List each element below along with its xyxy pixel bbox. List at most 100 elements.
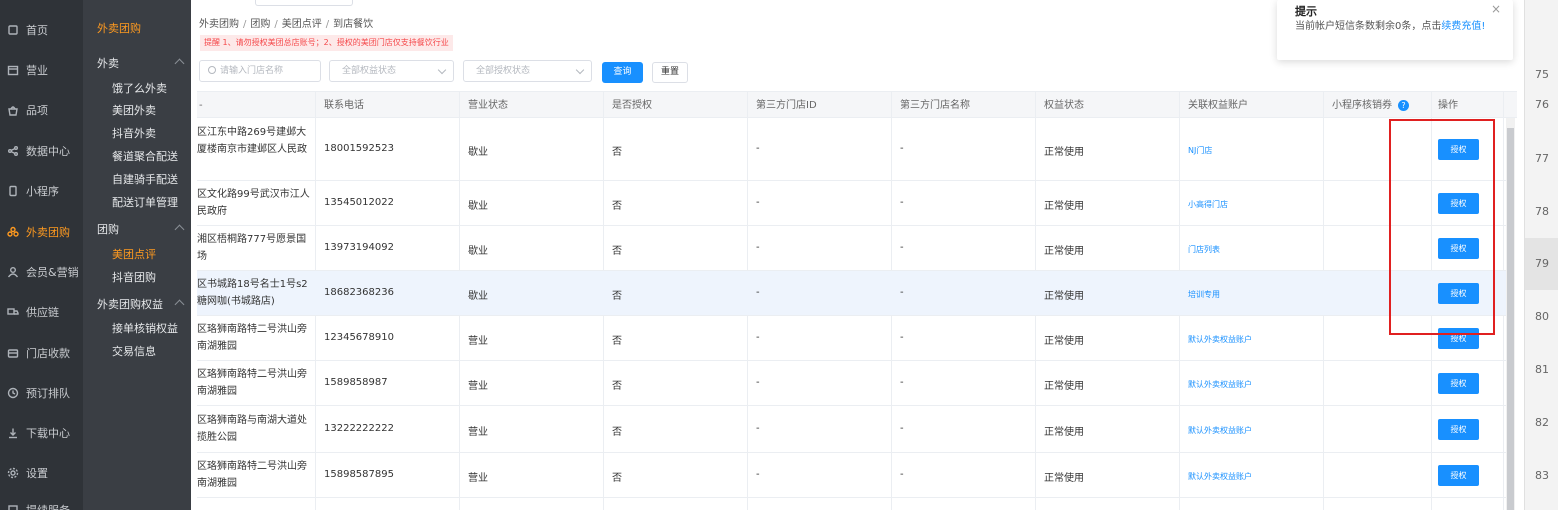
line-number: 76 (1535, 98, 1549, 111)
sub-nav-item-active[interactable]: 美团点评 (112, 246, 156, 262)
auth-status-select[interactable]: 全部授权状态 (463, 60, 592, 82)
cell-third-id: - (756, 332, 760, 343)
store-search-placeholder: 请输入门店名称 (220, 66, 284, 76)
cell-account-link[interactable]: 门店列表 (1188, 244, 1220, 255)
nav-label: 提续服务 (26, 502, 70, 510)
cell-account-link[interactable]: 默认外卖权益账户 (1188, 471, 1252, 482)
chevron-up-icon[interactable] (174, 224, 185, 235)
nav-item-supply-chain[interactable]: 供应链 (0, 302, 83, 322)
cell-rights: 正常使用 (1044, 246, 1084, 257)
sub-nav-item[interactable]: 自建骑手配送 (112, 171, 178, 187)
close-icon[interactable]: × (1491, 2, 1501, 16)
nav-item-data-center[interactable]: 数据中心 (0, 141, 83, 161)
cell-address: 区书城路18号名士1号s2糖网咖(书城路店) (197, 279, 308, 307)
cell-address: 区珞狮南路与南湖大道处揽胜公园 (197, 415, 307, 443)
chevron-up-icon[interactable] (174, 58, 185, 69)
cell-third-name: - (900, 287, 904, 298)
renew-link[interactable]: 续费充值! (1441, 21, 1485, 32)
toast-body: 当前帐户短信条数剩余0条，点击续费充值! (1295, 20, 1495, 34)
nav-item-reservation-queue[interactable]: 预订排队 (0, 383, 83, 403)
authorize-button[interactable]: 授权 (1438, 465, 1479, 486)
nav-label: 供应链 (26, 306, 59, 319)
cell-third-name: - (900, 242, 904, 253)
sub-nav-item[interactable]: 饿了么外卖 (112, 80, 167, 96)
cell-address: 区江东中路269号建邺大厦楼南京市建邺区人民政 (197, 127, 307, 155)
sub-nav-item[interactable]: 抖音团购 (112, 269, 156, 285)
cell-auth: 否 (612, 246, 622, 257)
help-icon[interactable]: ? (1398, 100, 1409, 111)
scrollbar-thumb[interactable] (1507, 128, 1514, 510)
nav-item-takeout-groupbuy[interactable]: 外卖团购 (0, 222, 83, 242)
sub-nav-item[interactable]: 配送订单管理 (112, 194, 178, 210)
nav-item-store-payment[interactable]: 门店收款 (0, 343, 83, 363)
cell-account-link[interactable]: NJ门店 (1188, 145, 1212, 156)
table-scrollbar[interactable] (1506, 118, 1515, 510)
col-phone: 联系电话 (324, 100, 364, 111)
store-search-input[interactable]: 请输入门店名称 (199, 60, 321, 82)
download-icon (6, 426, 20, 440)
breadcrumb-item[interactable]: 团购 (250, 19, 270, 30)
authorize-button[interactable]: 授权 (1438, 419, 1479, 440)
col-linked-account: 关联权益账户 (1188, 100, 1248, 111)
nav-group-rights[interactable]: 外卖团购权益 (97, 296, 163, 312)
line-number: 78 (1535, 205, 1549, 218)
cell-account-link[interactable]: 默认外卖权益账户 (1188, 334, 1252, 345)
cell-account-link[interactable]: 培训专用 (1188, 289, 1220, 300)
cell-account-link[interactable]: 默认外卖权益账户 (1188, 425, 1252, 436)
toast-message: 当前帐户短信条数剩余0条，点击 (1295, 21, 1442, 32)
secondary-nav: 外卖团购 外卖 饿了么外卖 美团外卖 抖音外卖 餐道聚合配送 自建骑手配送 配送… (83, 0, 191, 510)
search-icon (208, 66, 216, 74)
sub-nav-item[interactable]: 餐道聚合配送 (112, 148, 178, 164)
rights-status-select[interactable]: 全部权益状态 (329, 60, 454, 82)
cell-third-name: - (900, 469, 904, 480)
nav-item-products[interactable]: 品项 (0, 100, 83, 120)
col-authorized: 是否授权 (612, 100, 652, 111)
breadcrumb-item[interactable]: 美团点评 (282, 19, 322, 30)
query-button[interactable]: 查询 (602, 62, 643, 83)
cell-address: 区珞狮南路特二号洪山旁南湖雅园 (197, 369, 307, 397)
nav-item-member-marketing[interactable]: 会员&营销 (0, 262, 83, 282)
nav-item-download-center[interactable]: 下载中心 (0, 423, 83, 443)
sub-nav-item[interactable]: 接单核销权益 (112, 320, 178, 336)
nav-item-business[interactable]: 营业 (0, 60, 83, 80)
toast-title: 提示 (1295, 5, 1317, 18)
nav-item-service[interactable]: 提续服务 (0, 500, 83, 510)
cell-phone: 15898587895 (324, 469, 394, 480)
sub-nav-item[interactable]: 抖音外卖 (112, 125, 156, 141)
nav-label: 首页 (26, 24, 48, 37)
cell-status: 歇业 (468, 246, 488, 257)
breadcrumb-item[interactable]: 外卖团购 (199, 19, 239, 30)
reset-button[interactable]: 重置 (652, 62, 688, 83)
clock-icon (6, 386, 20, 400)
nav-group-groupbuy[interactable]: 团购 (97, 221, 119, 237)
col-third-party-id: 第三方门店ID (756, 100, 817, 111)
service-icon (6, 503, 20, 510)
col-rights-status: 权益状态 (1044, 100, 1084, 111)
cell-auth: 否 (612, 201, 622, 212)
nav-item-home[interactable]: 首页 (0, 20, 83, 40)
chevron-down-icon (575, 65, 585, 75)
cell-address: 区珞狮南路特二号洪山旁南湖雅园 (197, 324, 307, 352)
chevron-up-icon[interactable] (174, 299, 185, 310)
cell-status: 营业 (468, 336, 488, 347)
cell-rights: 正常使用 (1044, 427, 1084, 438)
nav-label: 设置 (26, 467, 48, 480)
cell-account-link[interactable]: 默认外卖权益账户 (1188, 379, 1252, 390)
table-row: 区文化路99号武汉市江人民政府 13545012022 歇业 否 - - 正常使… (197, 181, 1507, 226)
cell-status: 歇业 (468, 201, 488, 212)
cell-phone: 18682368236 (324, 287, 394, 298)
cell-status: 营业 (468, 381, 488, 392)
nav-item-miniprogram[interactable]: 小程序 (0, 181, 83, 201)
table-row: 区江东中路269号建邺大厦楼南京市建邺区人民政 18001592523 歇业 否… (197, 118, 1507, 181)
nav-label: 门店收款 (26, 347, 70, 360)
authorize-button[interactable]: 授权 (1438, 373, 1479, 394)
cell-phone: 13545012022 (324, 197, 394, 208)
sub-nav-item[interactable]: 美团外卖 (112, 102, 156, 118)
cell-auth: 否 (612, 147, 622, 158)
line-number-panel: 75 76 77 78 79 80 81 82 83 (1524, 0, 1558, 510)
cell-auth: 否 (612, 473, 622, 484)
nav-group-takeout[interactable]: 外卖 (97, 55, 119, 71)
sub-nav-item[interactable]: 交易信息 (112, 343, 156, 359)
cell-account-link[interactable]: 小高得门店 (1188, 199, 1228, 210)
nav-item-settings[interactable]: 设置 (0, 463, 83, 483)
